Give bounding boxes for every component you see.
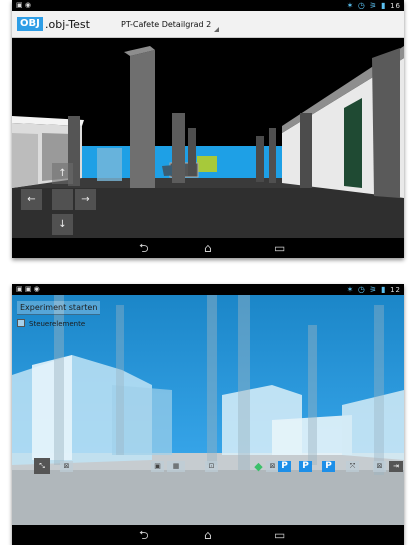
model-select[interactable]: PT-Cafete Detailgrad 2 xyxy=(121,20,220,32)
bus-icon: ▣ xyxy=(151,461,164,472)
system-status-icons: ✶ ◷ ⚞ ▮ 12 xyxy=(347,285,401,295)
move-up-button[interactable]: ↑ xyxy=(52,163,73,184)
screenshot-obj-test: ▣ ◉ ✶ ◷ ⚞ ▮ 16 OBJ .obj-Test PT-Cafete D… xyxy=(12,0,404,258)
navigation-bar: ⮌ ⌂ ▭ xyxy=(12,525,404,545)
parking-icon: P xyxy=(278,461,291,472)
move-right-button[interactable]: → xyxy=(75,189,96,210)
clock: 16 xyxy=(390,2,401,10)
notification-icons: ▣ ◉ xyxy=(16,1,31,9)
navigation-bar: ⮌ ⌂ ▭ xyxy=(12,238,404,258)
recents-button[interactable]: ▭ xyxy=(274,242,285,254)
status-bar: ▣ ▣ ◉ ✶ ◷ ⚞ ▮ 12 xyxy=(12,284,404,295)
app-title: .obj-Test xyxy=(45,18,90,31)
parking-icon: P xyxy=(299,461,312,472)
tile-icon: ⊡ xyxy=(205,461,218,472)
move-left-button[interactable]: ← xyxy=(21,189,42,210)
move-icon: ⤧ xyxy=(346,461,359,472)
system-icons: ✶ ◷ ⚞ ▮ xyxy=(346,285,387,294)
expand-icon[interactable]: ⤡ xyxy=(34,458,50,474)
controls-checkbox[interactable]: Steuerelemente xyxy=(17,319,85,328)
move-down-button[interactable]: ↓ xyxy=(52,214,73,235)
system-status-icons: ✶ ◷ ⚞ ▮ 16 xyxy=(347,1,401,11)
action-bar: OBJ .obj-Test PT-Cafete Detailgrad 2 xyxy=(12,11,404,38)
dpad-center xyxy=(52,189,73,210)
clock: 12 xyxy=(390,286,401,294)
back-button[interactable]: ⮌ xyxy=(139,242,149,254)
back-button[interactable]: ⮌ xyxy=(139,529,149,541)
parking-meter-icon: ▦ xyxy=(167,461,185,472)
exit-icon: ⊠ xyxy=(373,461,386,472)
3d-viewport[interactable]: Experiment starten Steuerelemente ⤡ ⊠ ▣ … xyxy=(12,295,404,525)
home-button[interactable]: ⌂ xyxy=(204,242,212,254)
map-marker-icon: ⊠ xyxy=(60,461,73,472)
app-icon[interactable]: OBJ xyxy=(17,17,43,31)
screenshot-experiment: ▣ ▣ ◉ ✶ ◷ ⚞ ▮ 12 Experiment starten Steu… xyxy=(12,284,404,545)
3d-viewport[interactable]: ↑ ← → ↓ xyxy=(12,38,404,238)
start-experiment-button[interactable]: Experiment starten xyxy=(17,301,101,315)
checkbox-box[interactable] xyxy=(17,319,25,327)
diamond-icon: ◆ xyxy=(254,460,263,473)
home-button[interactable]: ⌂ xyxy=(204,529,212,541)
checkbox-label: Steuerelemente xyxy=(29,320,86,328)
status-bar: ▣ ◉ ✶ ◷ ⚞ ▮ 16 xyxy=(12,0,404,11)
parking-icon: P xyxy=(322,461,335,472)
3d-scene xyxy=(12,295,404,525)
notification-icons: ▣ ▣ ◉ xyxy=(16,285,40,293)
door-icon: ⇥ xyxy=(389,461,403,472)
system-icons: ✶ ◷ ⚞ ▮ xyxy=(346,1,387,10)
recents-button[interactable]: ▭ xyxy=(274,529,285,541)
